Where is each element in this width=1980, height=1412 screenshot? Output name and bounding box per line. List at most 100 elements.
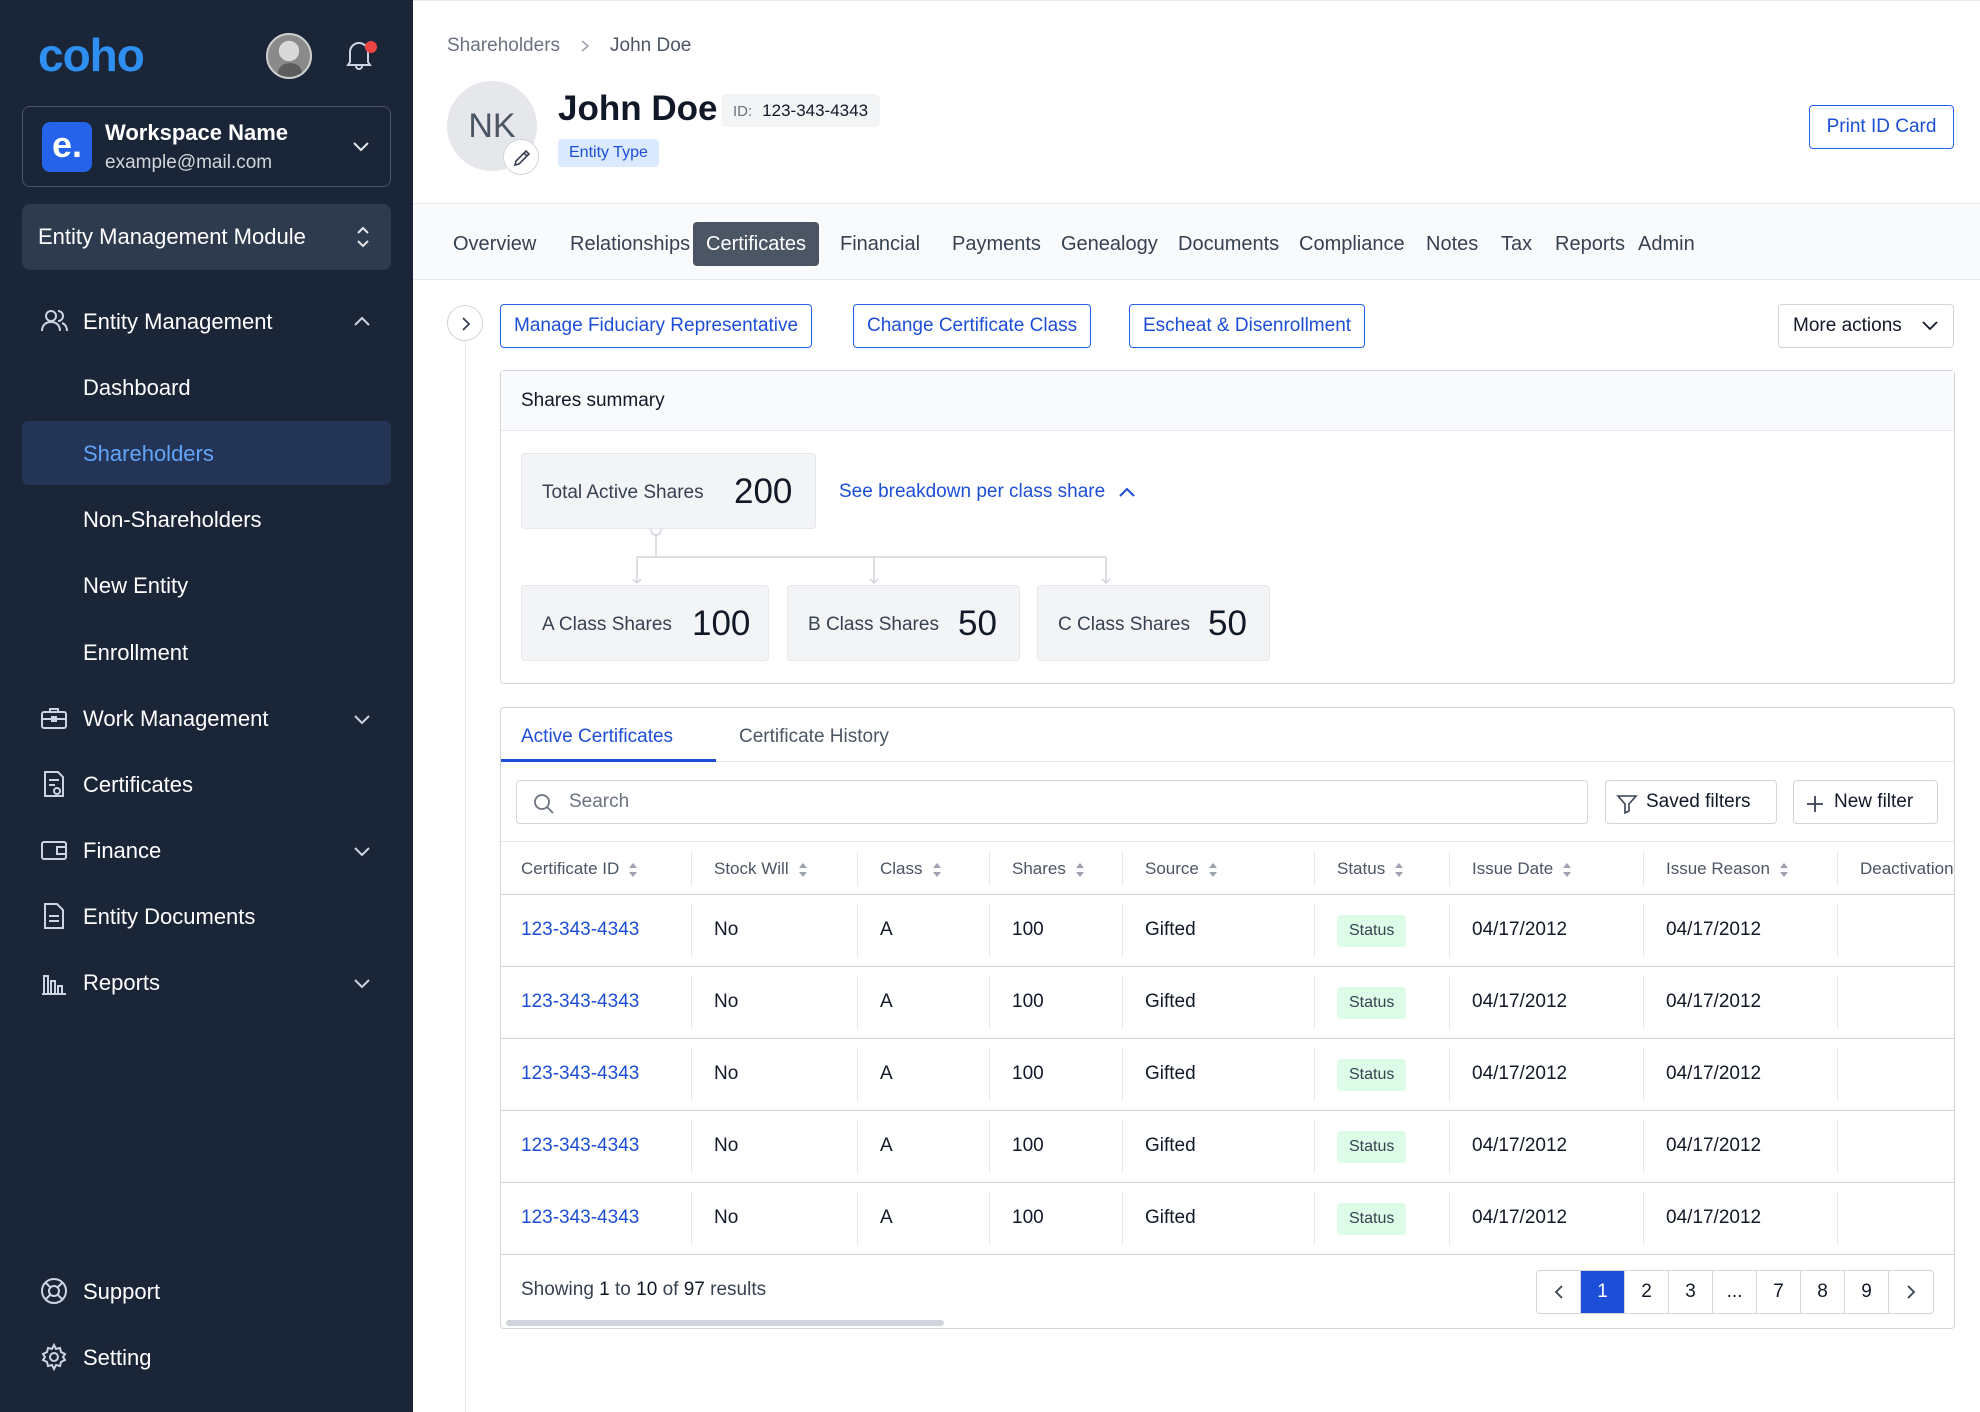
shares-cell: 100 [1012,919,1044,940]
change-certificate-class-button[interactable]: Change Certificate Class [853,304,1092,348]
sidebar-item-new-entity[interactable]: New Entity [22,553,391,617]
column-header[interactable]: Stock Will [714,859,808,879]
next-page-button[interactable] [1889,1271,1933,1313]
issue-date-cell: 04/17/2012 [1472,1135,1568,1156]
breadcrumb-shareholders[interactable]: Shareholders [447,35,560,57]
tab-admin[interactable]: Admin [1625,222,1708,266]
stock-will-cell: No [714,1063,739,1084]
tab-certificates[interactable]: Certificates [693,222,820,266]
issue-reason-cell: 04/17/2012 [1666,991,1762,1012]
more-actions-dropdown[interactable]: More actions [1778,304,1954,348]
tab-genealogy[interactable]: Genealogy [1048,222,1171,266]
sidebar-item-finance[interactable]: Finance [22,818,391,882]
chevron-down-icon [353,142,369,152]
cell-divider [1449,977,1450,1029]
edit-avatar-button[interactable] [503,139,539,175]
sidebar-item-non-shareholders[interactable]: Non-Shareholders [22,487,391,551]
workspace-switcher[interactable]: e. Workspace Name example@mail.com [22,106,391,187]
cell-divider [1314,905,1315,957]
cell-divider [1449,905,1450,957]
sidebar-item-reports[interactable]: Reports [22,950,391,1014]
sort-icon [798,862,807,877]
page-button[interactable]: 1 [1581,1271,1625,1313]
new-filter-button[interactable]: New filter [1793,780,1938,824]
saved-filters-button[interactable]: Saved filters [1605,780,1777,824]
table-row[interactable]: 123-343-4343 No A 100 Gifted Status 04/17/2012… [501,967,1954,1039]
page-button[interactable]: 3 [1669,1271,1713,1313]
table-row[interactable]: 123-343-4343 No A 100 Gifted Status 04/17/2012… [501,895,1954,967]
class-share-value: 50 [958,604,997,643]
issue-reason-cell: 04/17/2012 [1666,1063,1762,1084]
source-cell: Gifted [1145,1207,1196,1228]
results-of-word: of [662,1279,679,1300]
table-row[interactable]: 123-343-4343 No A 100 Gifted Status 04/17/2012… [501,1183,1954,1255]
sidebar-item-support[interactable]: Support [22,1259,391,1323]
column-header[interactable]: Shares [1012,859,1085,879]
sidebar-item-enrollment[interactable]: Enrollment [22,620,391,684]
certificate-id-link[interactable]: 123-343-4343 [521,1135,639,1157]
issue-date-cell: 04/17/2012 [1472,1063,1568,1084]
table-row[interactable]: 123-343-4343 No A 100 Gifted Status 04/17/2012… [501,1111,1954,1183]
see-breakdown-link[interactable]: See breakdown per class share [839,481,1136,503]
column-header[interactable]: Deactivation [1860,859,1954,879]
sidebar-item-entity-documents[interactable]: Entity Documents [22,884,391,948]
results-to-word: to [615,1279,631,1300]
print-id-card-button[interactable]: Print ID Card [1809,105,1954,149]
status-badge: Status [1337,1059,1407,1091]
results-to: 10 [636,1279,658,1300]
certificate-id-link[interactable]: 123-343-4343 [521,1207,639,1229]
tab-financial[interactable]: Financial [827,222,933,266]
column-header[interactable]: Certificate ID [521,859,638,879]
certificate-id-link[interactable]: 123-343-4343 [521,991,639,1013]
certificate-id-link[interactable]: 123-343-4343 [521,919,639,941]
coho-logo[interactable]: coho [38,28,145,82]
column-header[interactable]: Class [880,859,942,879]
class-share-label: A Class Shares [542,614,672,635]
sidebar-item-work-management[interactable]: Work Management [22,686,391,750]
total-shares-value: 200 [734,472,793,511]
previous-page-button[interactable] [1537,1271,1581,1313]
page-button[interactable]: 7 [1757,1271,1801,1313]
issue-date-cell: 04/17/2012 [1472,919,1568,940]
tab-notes[interactable]: Notes [1413,222,1491,266]
tab-active-certificates[interactable]: Active Certificates [521,726,673,760]
class-cell: A [880,1063,893,1084]
manage-fiduciary-button[interactable]: Manage Fiduciary Representative [500,304,813,348]
escheat-disenrollment-button[interactable]: Escheat & Disenrollment [1129,304,1366,348]
tab-relationships[interactable]: Relationships [557,222,703,266]
search-input[interactable] [569,789,1549,815]
sidebar-item-entity-management[interactable]: Entity Management [22,289,391,353]
column-divider [1837,852,1838,886]
expand-panel-button[interactable] [447,305,483,341]
page-button[interactable]: 8 [1801,1271,1845,1313]
search-field[interactable] [516,780,1588,824]
tab-documents[interactable]: Documents [1165,222,1292,266]
tab-tax[interactable]: Tax [1488,222,1545,266]
column-header[interactable]: Source [1145,859,1218,879]
module-selector[interactable]: Entity Management Module [22,204,391,270]
tab-reports[interactable]: Reports [1542,222,1638,266]
column-header[interactable]: Issue Reason [1666,859,1789,879]
cell-divider [1643,1121,1644,1173]
sort-icon [1779,862,1788,877]
sidebar-item-shareholders[interactable]: Shareholders [22,421,391,485]
table-row[interactable]: 123-343-4343 No A 100 Gifted Status 04/17/2012… [501,1039,1954,1111]
page-button[interactable]: 2 [1625,1271,1669,1313]
tab-compliance[interactable]: Compliance [1286,222,1418,266]
tab-overview[interactable]: Overview [440,222,549,266]
page-button[interactable]: 9 [1845,1271,1889,1313]
sidebar-item-certificates[interactable]: Certificates [22,752,391,816]
user-avatar[interactable] [266,33,312,79]
cell-divider [1449,1049,1450,1101]
chevron-right-icon [462,317,471,331]
horizontal-scrollbar[interactable] [506,1320,944,1326]
sidebar-item-dashboard[interactable]: Dashboard [22,355,391,419]
column-header[interactable]: Status [1337,859,1404,879]
column-header-label: Shares [1012,859,1066,878]
tab-payments[interactable]: Payments [939,222,1054,266]
sidebar-item-label: Shareholders [83,441,214,466]
certificate-id-link[interactable]: 123-343-4343 [521,1063,639,1085]
column-header[interactable]: Issue Date [1472,859,1572,879]
sidebar-item-setting[interactable]: Setting [22,1325,391,1389]
tab-certificate-history[interactable]: Certificate History [739,726,889,760]
